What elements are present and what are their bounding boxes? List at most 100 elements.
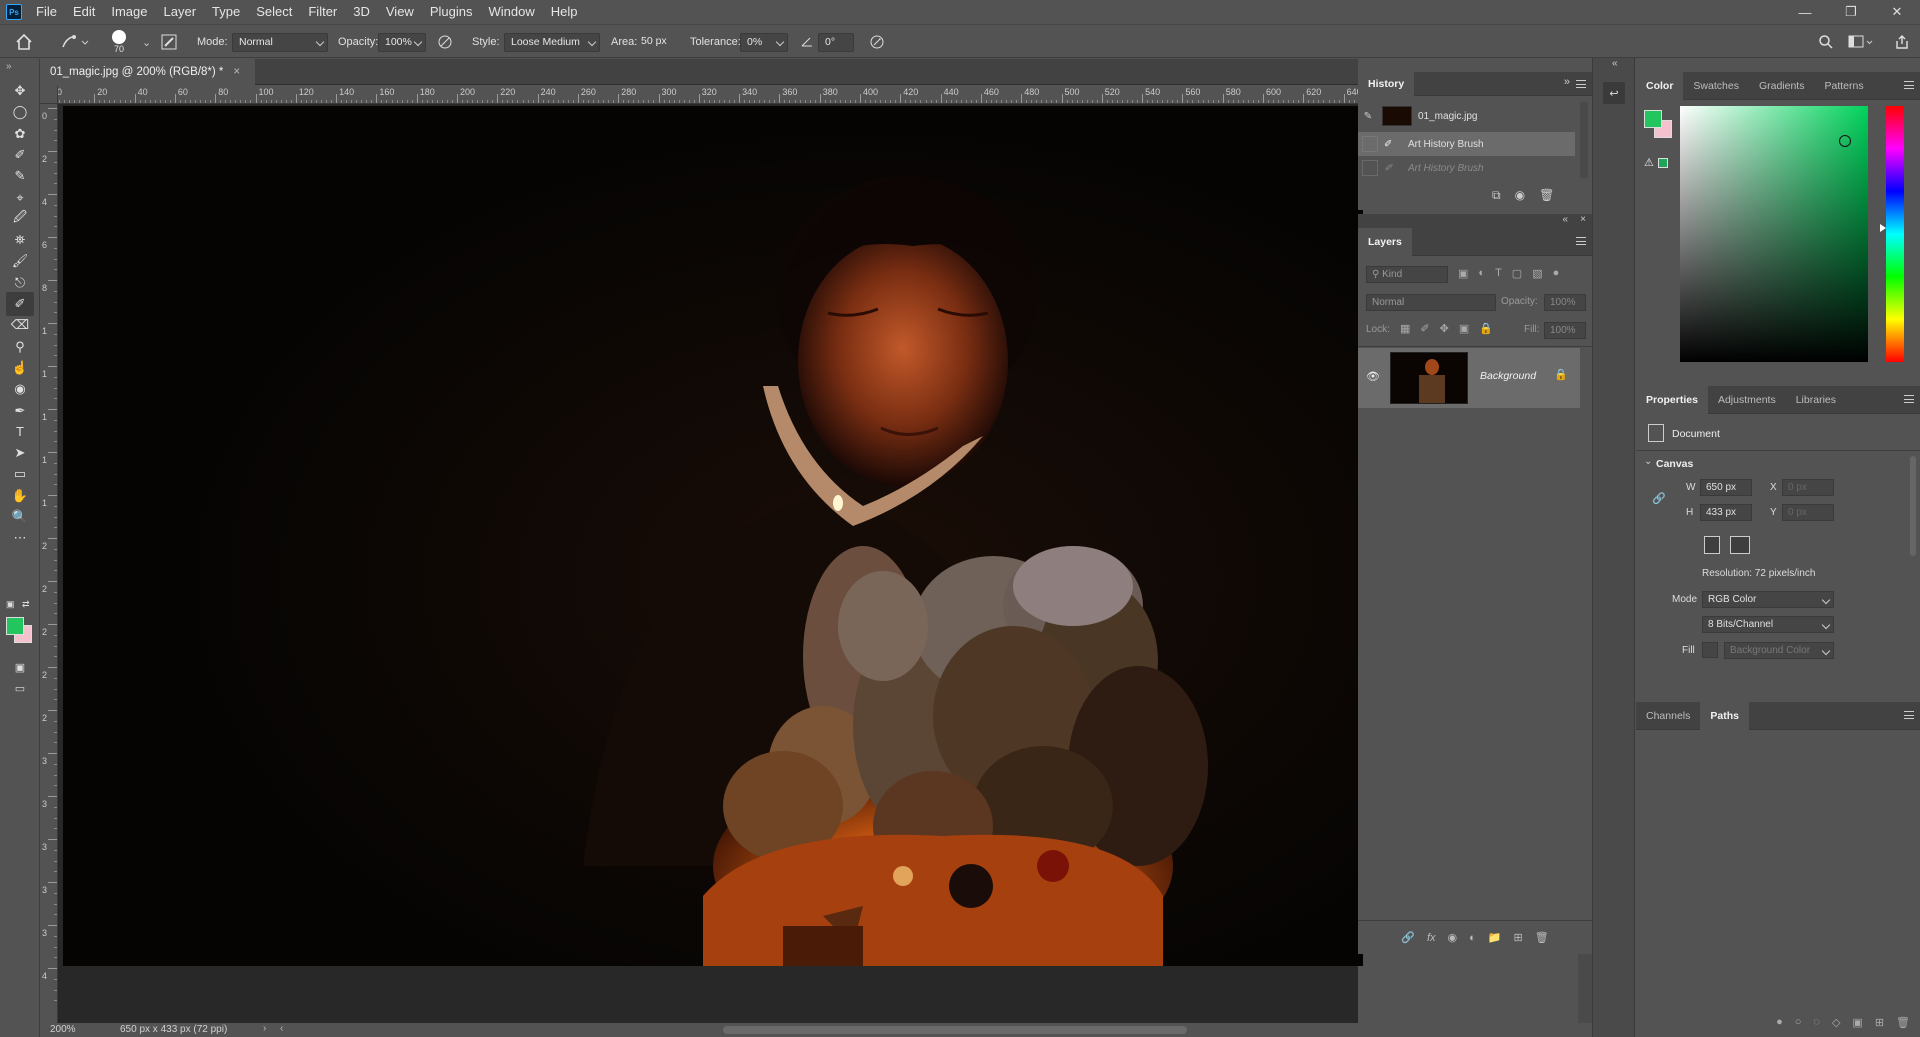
menu-edit[interactable]: Edit [65,0,103,24]
layer-fill-input[interactable]: 100% [1544,322,1586,339]
fill-select[interactable]: Background Color [1724,642,1834,659]
more-tools-icon[interactable]: ⋯ [6,526,34,550]
lock-artboard-icon[interactable]: ▣ [1459,322,1469,335]
stroke-path-icon[interactable]: ○ [1795,1016,1802,1028]
panel-dock-scrollbar[interactable] [1578,954,1592,1023]
menu-layer[interactable]: Layer [156,0,205,24]
collapse-panel-icon[interactable]: » [1564,76,1570,88]
collapse-panel-icon[interactable]: « [1562,214,1568,225]
filter-shape-icon[interactable]: ▢ [1512,267,1522,280]
gamut-color-swatch[interactable] [1658,158,1668,168]
tab-adjustments[interactable]: Adjustments [1708,386,1786,414]
document-tab[interactable]: 01_magic.jpg @ 200% (RGB/8*) * × [40,59,255,85]
screen-mode-icon[interactable]: ▭ [6,676,34,700]
toolbar-foreground-color[interactable] [6,617,24,635]
delete-path-icon[interactable]: 🗑 [1896,1016,1910,1029]
portrait-orientation-icon[interactable] [1704,536,1720,554]
pressure-size-icon[interactable] [868,25,886,59]
new-path-icon[interactable]: ⊞ [1875,1016,1884,1029]
pressure-opacity-icon[interactable] [436,25,454,59]
tab-layers[interactable]: Layers [1358,227,1412,256]
out-of-gamut-warning-icon[interactable]: ⚠ [1644,156,1654,169]
fill-color-swatch[interactable] [1702,642,1718,658]
toolbar-default-colors-icon[interactable]: ▣ [6,599,15,610]
menu-view[interactable]: View [378,0,422,24]
home-icon[interactable] [14,25,34,59]
opacity-input[interactable]: 100% [378,33,426,52]
color-mode-select[interactable]: RGB Color [1702,591,1834,608]
lock-transparent-icon[interactable]: ▦ [1400,322,1410,335]
history-state-active[interactable]: ✐ Art History Brush [1358,132,1575,156]
scroll-left-icon[interactable]: ‹ [280,1023,283,1034]
menu-image[interactable]: Image [103,0,155,24]
tab-channels[interactable]: Channels [1636,702,1700,730]
workspace-icon[interactable] [1848,25,1874,59]
layer-opacity-input[interactable]: 100% [1544,294,1586,311]
menu-file[interactable]: File [28,0,65,24]
landscape-orientation-icon[interactable] [1730,536,1750,554]
tolerance-input[interactable]: 0% [740,33,788,52]
hue-slider[interactable] [1886,106,1904,362]
menu-type[interactable]: Type [204,0,248,24]
status-more-icon[interactable]: › [263,1023,266,1034]
tab-libraries[interactable]: Libraries [1786,386,1846,414]
image-canvas[interactable] [63,106,1363,966]
history-menu-icon[interactable] [1576,80,1586,88]
filter-smart-object-icon[interactable]: ▧ [1532,267,1542,280]
color-picker-field[interactable] [1680,106,1868,362]
link-layers-icon[interactable]: 🔗 [1401,931,1415,944]
expand-panels-icon[interactable]: « [1612,58,1618,69]
lock-all-icon[interactable]: 🔒 [1479,322,1493,335]
menu-filter[interactable]: Filter [300,0,345,24]
add-mask-icon[interactable]: ▣ [1852,1016,1862,1029]
new-group-icon[interactable]: 📁 [1488,931,1502,944]
lock-position-icon[interactable]: ✥ [1440,322,1449,335]
properties-menu-icon[interactable] [1904,395,1914,403]
art-history-brush-preset-icon[interactable] [60,25,90,59]
history-source-box[interactable] [1362,136,1378,152]
minimize-icon[interactable]: — [1782,0,1828,24]
new-layer-icon[interactable]: ⊞ [1514,931,1523,944]
tab-history[interactable]: History [1358,71,1415,96]
layer-blend-mode[interactable]: Normal [1366,294,1496,311]
layer-name[interactable]: Background [1480,370,1536,382]
layer-visibility-eye-icon[interactable]: 👁 [1366,370,1380,383]
new-snapshot-icon[interactable]: ◉ [1515,188,1525,203]
section-chevron-icon[interactable]: ⌄ [1644,456,1652,467]
history-state-undone[interactable]: ✐ Art History Brush [1358,156,1575,180]
new-document-from-state-icon[interactable]: ⧉ [1492,188,1501,203]
brush-dropdown-icon[interactable]: ⌄ [142,25,151,59]
tab-patterns[interactable]: Patterns [1814,72,1873,100]
snapshot-brush-source-icon[interactable]: ✎ [1358,111,1378,122]
layer-filter-kind[interactable]: ⚲ Kind [1366,266,1448,283]
new-adjustment-icon[interactable]: ◐ [1469,932,1476,944]
zoom-level[interactable]: 200% [50,1024,76,1035]
area-input[interactable]: 50 px [637,33,677,52]
layers-menu-icon[interactable] [1576,237,1586,245]
close-panel-icon[interactable]: × [1580,214,1586,225]
color-menu-icon[interactable] [1904,81,1914,89]
delete-state-icon[interactable]: 🗑 [1539,188,1554,203]
load-selection-icon[interactable]: ◌ [1813,1016,1820,1028]
tab-paths[interactable]: Paths [1700,701,1749,730]
tab-properties[interactable]: Properties [1636,385,1708,414]
layer-style-icon[interactable]: fx [1427,932,1436,944]
delete-layer-icon[interactable]: 🗑 [1535,931,1549,944]
mode-select[interactable]: Normal [232,33,328,52]
properties-scrollbar[interactable] [1910,456,1916,556]
menu-select[interactable]: Select [248,0,300,24]
tab-swatches[interactable]: Swatches [1683,72,1749,100]
history-scrollbar[interactable] [1580,102,1588,178]
history-source-box[interactable] [1362,160,1378,176]
search-icon[interactable] [1818,25,1834,59]
filter-adjustment-icon[interactable]: ◐ [1478,267,1485,280]
hue-slider-handle[interactable] [1880,224,1886,232]
menu-help[interactable]: Help [543,0,586,24]
history-snapshot[interactable]: ✎ 01_magic.jpg [1358,104,1575,128]
menu-window[interactable]: Window [480,0,542,24]
link-dimensions-icon[interactable]: 🔗 [1652,492,1666,505]
width-input[interactable]: 650 px [1700,479,1752,496]
fill-path-icon[interactable]: ● [1776,1016,1783,1028]
make-work-path-icon[interactable]: ◇ [1832,1016,1840,1029]
brush-settings-icon[interactable] [160,25,178,59]
